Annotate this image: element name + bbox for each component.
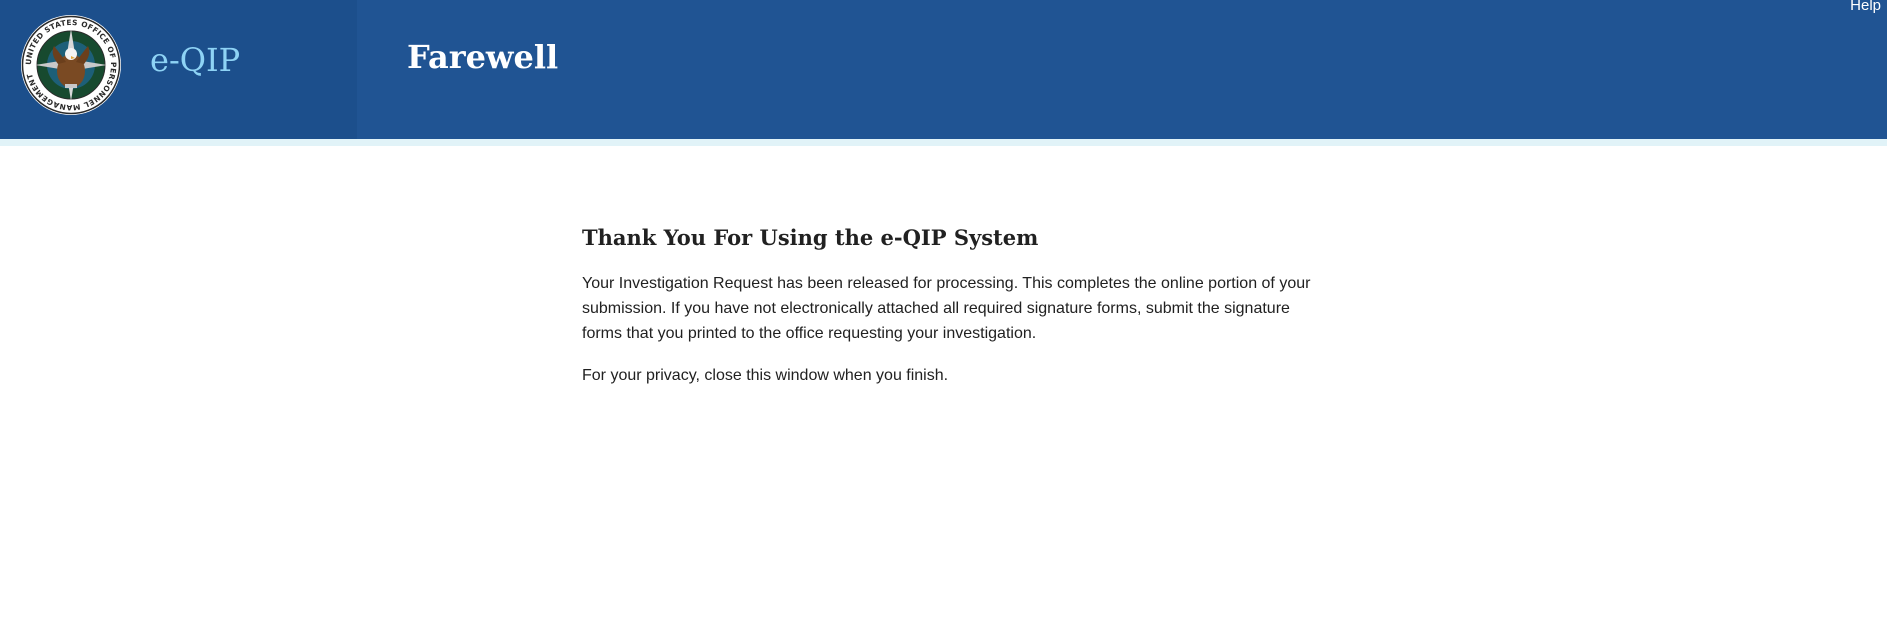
main-content: Thank You For Using the e-QIP System You… — [582, 220, 1322, 405]
help-link[interactable]: Help — [1850, 0, 1881, 15]
brand-panel: UNITED STATES OFFICE OF PERSONNEL MANAGE… — [0, 0, 357, 139]
opm-seal-icon: UNITED STATES OFFICE OF PERSONNEL MANAGE… — [21, 15, 121, 115]
site-header: UNITED STATES OFFICE OF PERSONNEL MANAGE… — [0, 0, 1887, 139]
release-confirmation-text: Your Investigation Request has been rele… — [582, 275, 1311, 342]
page-title: Farewell — [407, 38, 559, 76]
header-divider-stripe — [0, 139, 1887, 146]
farewell-heading: Thank You For Using the e-QIP System — [582, 225, 1039, 250]
app-name: e-QIP — [150, 41, 241, 79]
privacy-reminder-text: For your privacy, close this window when… — [582, 367, 949, 384]
